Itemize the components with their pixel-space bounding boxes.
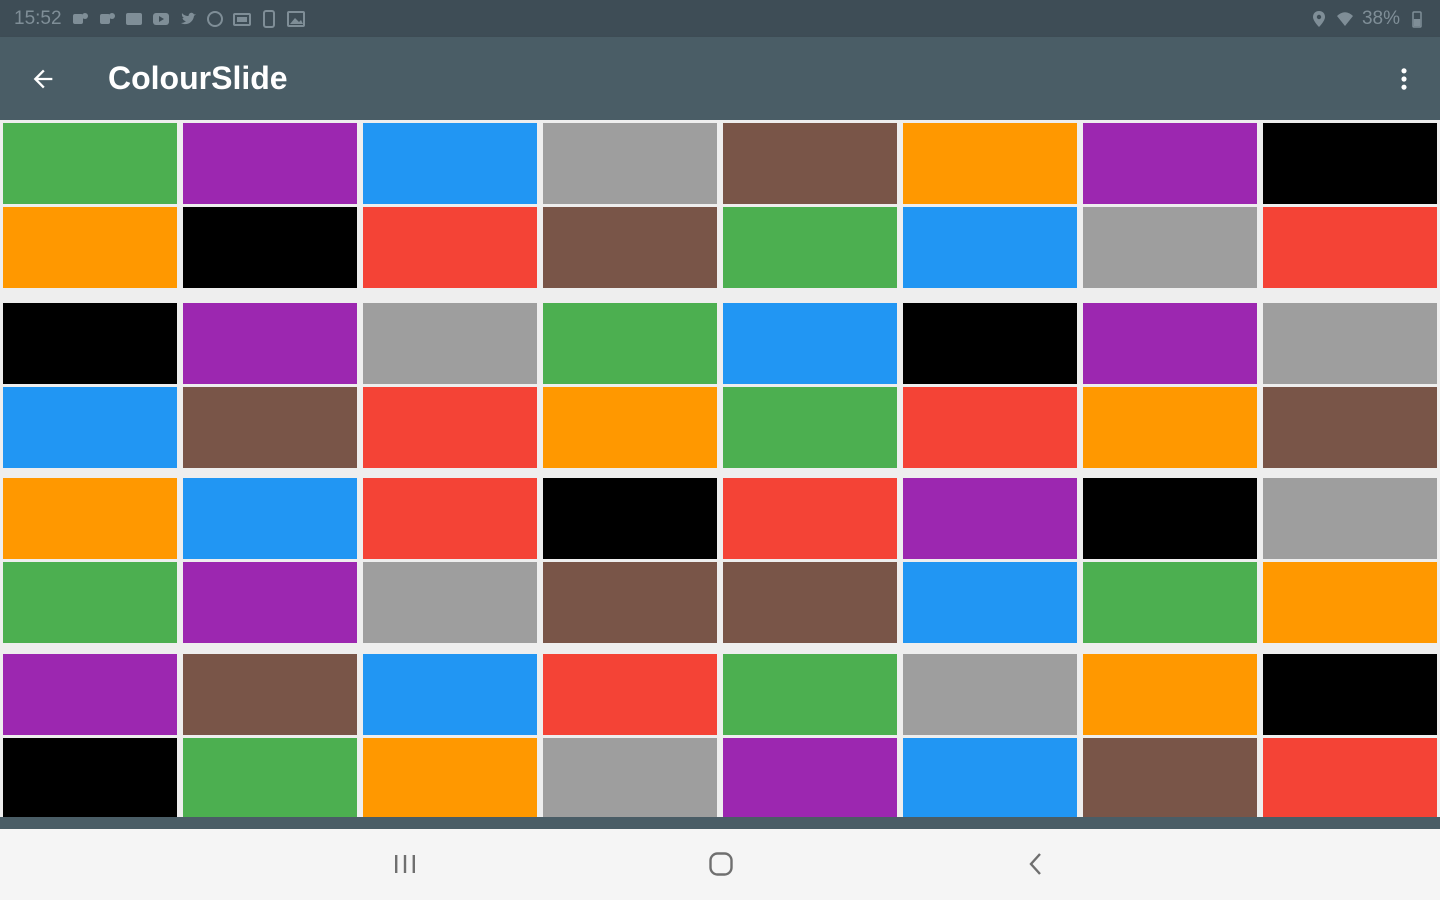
colour-tile-orange[interactable] — [3, 207, 177, 288]
colour-tile-brown[interactable] — [723, 562, 897, 643]
colour-tile-orange[interactable] — [1083, 387, 1257, 468]
colour-tile-red[interactable] — [723, 478, 897, 559]
colour-tile-green[interactable] — [3, 123, 177, 204]
colour-tile-black[interactable] — [1263, 654, 1437, 735]
location-icon — [1310, 10, 1328, 28]
colour-tile-purple[interactable] — [723, 738, 897, 819]
colour-tile-brown[interactable] — [543, 562, 717, 643]
colour-tile-brown[interactable] — [183, 387, 357, 468]
battery-percent: 38% — [1361, 7, 1400, 29]
colour-tile-red[interactable] — [1263, 738, 1437, 819]
colour-tile-red[interactable] — [363, 478, 537, 559]
colour-tile-grey[interactable] — [1083, 207, 1257, 288]
nav-back-button[interactable] — [996, 839, 1076, 889]
recents-button[interactable] — [365, 839, 445, 889]
colour-tile-orange[interactable] — [1083, 654, 1257, 735]
colour-tile-grey[interactable] — [363, 303, 537, 384]
colour-tile-green[interactable] — [723, 387, 897, 468]
twitter-icon — [179, 10, 197, 28]
colour-tile-purple[interactable] — [183, 123, 357, 204]
colour-tile-blue[interactable] — [723, 303, 897, 384]
status-bar: 15:52 38% — [0, 0, 1440, 37]
colour-tile-black[interactable] — [3, 738, 177, 819]
back-button[interactable] — [15, 51, 71, 107]
colour-tile-purple[interactable] — [903, 478, 1077, 559]
mail-icon — [125, 10, 143, 28]
colour-tile-grey[interactable] — [1263, 478, 1437, 559]
board-bottom-bar — [0, 817, 1440, 829]
nav-back-icon — [1029, 853, 1041, 875]
colour-tile-blue[interactable] — [903, 562, 1077, 643]
colour-tile-black[interactable] — [1263, 123, 1437, 204]
youtube-icon — [152, 10, 170, 28]
colour-tile-red[interactable] — [363, 207, 537, 288]
home-button[interactable] — [681, 839, 761, 889]
navigation-bar — [0, 829, 1440, 900]
app-bar: ColourSlide — [0, 37, 1440, 120]
colour-tile-red[interactable] — [543, 654, 717, 735]
colour-tile-purple[interactable] — [183, 303, 357, 384]
colour-tile-orange[interactable] — [543, 387, 717, 468]
wifi-icon — [1336, 10, 1354, 28]
colour-tile-blue[interactable] — [903, 207, 1077, 288]
colour-tile-black[interactable] — [3, 303, 177, 384]
image-icon — [286, 10, 305, 28]
more-options-button[interactable] — [1382, 51, 1426, 107]
colour-tile-black[interactable] — [183, 207, 357, 288]
colour-tile-black[interactable] — [543, 478, 717, 559]
teams-icon — [98, 10, 116, 28]
app-title: ColourSlide — [108, 60, 288, 96]
colour-tile-brown[interactable] — [723, 123, 897, 204]
arrow-back-icon — [33, 69, 53, 88]
recents-icon — [395, 855, 415, 873]
teams-icon — [71, 10, 89, 28]
colour-tile-purple[interactable] — [3, 654, 177, 735]
colour-tile-blue[interactable] — [363, 654, 537, 735]
colour-tile-green[interactable] — [1083, 562, 1257, 643]
colour-tile-grey[interactable] — [1263, 303, 1437, 384]
colour-tile-green[interactable] — [543, 303, 717, 384]
colour-tile-purple[interactable] — [1083, 303, 1257, 384]
clock-icon — [206, 10, 224, 28]
phone-icon — [260, 9, 278, 28]
colour-tile-black[interactable] — [903, 303, 1077, 384]
colour-tile-blue[interactable] — [183, 478, 357, 559]
colour-tile-grey[interactable] — [363, 562, 537, 643]
colour-board — [0, 120, 1440, 820]
colour-tile-brown[interactable] — [183, 654, 357, 735]
colour-tile-purple[interactable] — [1083, 123, 1257, 204]
colour-tile-brown[interactable] — [1083, 738, 1257, 819]
colour-tile-green[interactable] — [723, 654, 897, 735]
battery-icon — [1408, 10, 1426, 28]
colour-tile-green[interactable] — [3, 562, 177, 643]
colour-tile-grey[interactable] — [543, 123, 717, 204]
status-right: 38% — [1310, 8, 1426, 30]
more-vert-icon — [1401, 67, 1407, 90]
colour-tile-orange[interactable] — [903, 123, 1077, 204]
colour-tile-red[interactable] — [1263, 207, 1437, 288]
colour-tile-black[interactable] — [1083, 478, 1257, 559]
colour-tile-grey[interactable] — [903, 654, 1077, 735]
colour-tile-blue[interactable] — [363, 123, 537, 204]
home-icon — [709, 852, 733, 876]
status-left: 15:52 — [14, 8, 305, 30]
colour-tile-purple[interactable] — [183, 562, 357, 643]
colour-tile-brown[interactable] — [1263, 387, 1437, 468]
colour-tile-green[interactable] — [723, 207, 897, 288]
colour-tile-green[interactable] — [183, 738, 357, 819]
colour-tile-orange[interactable] — [363, 738, 537, 819]
screen-icon — [232, 10, 251, 28]
colour-tile-red[interactable] — [363, 387, 537, 468]
colour-tile-blue[interactable] — [3, 387, 177, 468]
colour-tile-brown[interactable] — [543, 207, 717, 288]
colour-tile-orange[interactable] — [1263, 562, 1437, 643]
colour-tile-red[interactable] — [903, 387, 1077, 468]
status-time: 15:52 — [14, 7, 62, 29]
colour-tile-orange[interactable] — [3, 478, 177, 559]
colour-tile-blue[interactable] — [903, 738, 1077, 819]
colour-tile-grey[interactable] — [543, 738, 717, 819]
